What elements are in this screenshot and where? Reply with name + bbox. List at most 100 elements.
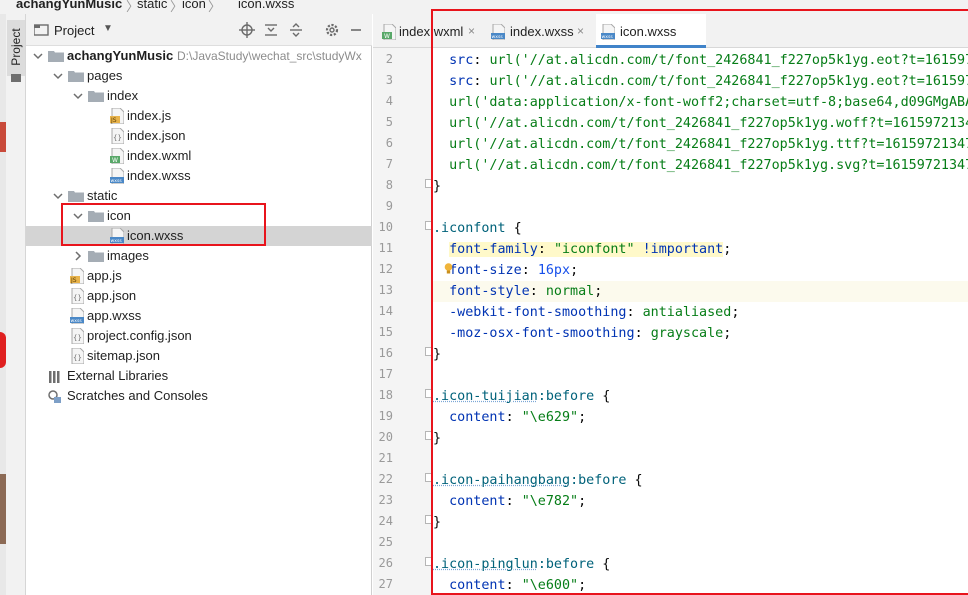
tool-window-strip: Project xyxy=(6,14,26,595)
scratch-icon xyxy=(48,390,61,403)
breadcrumb-separator: 〉 xyxy=(208,0,222,14)
expand-all-icon[interactable] xyxy=(263,22,279,38)
tree-item-label: static xyxy=(87,188,118,203)
line-number-gutter: 2 3 4 5 6 7 8 9 10 11 12 13 14 15 16 17 … xyxy=(373,48,433,595)
tree-item-root[interactable]: achangYunMusic D:\JavaStudy\wechat_src\s… xyxy=(26,46,372,66)
tree-item-scratches[interactable]: Scratches and Consoles xyxy=(26,386,372,406)
tree-item-label: achangYunMusic xyxy=(67,48,174,63)
project-tool-tab[interactable]: Project xyxy=(7,20,25,76)
tree-item-path: D:\JavaStudy\wechat_src\studyWx xyxy=(177,49,362,63)
svg-text:W: W xyxy=(384,33,390,40)
tree-item-index-folder[interactable]: index xyxy=(26,86,372,106)
svg-text:{}: {} xyxy=(73,354,82,362)
line-number: 9 xyxy=(385,199,393,213)
line-number: 22 xyxy=(378,472,393,486)
line-number: 18 xyxy=(378,388,393,402)
wxml-file-icon: W xyxy=(382,24,396,40)
tree-item-index-wxss[interactable]: wxss index.wxss xyxy=(26,166,372,186)
line-number: 5 xyxy=(385,115,393,129)
tree-item-images[interactable]: images xyxy=(26,246,372,266)
line-number: 8 xyxy=(385,178,393,192)
project-tool-tab-label: Project xyxy=(9,28,23,66)
breadcrumb-project[interactable]: achangYunMusic xyxy=(16,0,122,11)
tree-item-sitemap[interactable]: {} sitemap.json xyxy=(26,346,372,366)
chevron-down-icon[interactable] xyxy=(73,90,83,102)
view-dropdown-icon[interactable]: ▼ xyxy=(103,23,113,34)
tree-item-label: sitemap.json xyxy=(87,348,160,363)
line-number: 25 xyxy=(378,535,393,549)
tree-item-app-js[interactable]: JS app.js xyxy=(26,266,372,286)
project-view-icon xyxy=(34,24,49,36)
tree-item-external-libraries[interactable]: External Libraries xyxy=(26,366,372,386)
tree-item-label: index.json xyxy=(127,128,186,143)
chevron-down-icon[interactable] xyxy=(33,50,43,62)
breadcrumb-file[interactable]: icon.wxss xyxy=(238,0,294,11)
line-number: 11 xyxy=(378,241,393,255)
tree-item-label: app.js xyxy=(87,268,122,283)
annotation-box-editor xyxy=(431,9,968,595)
line-number: 21 xyxy=(378,451,393,465)
line-number: 26 xyxy=(378,556,393,570)
tree-item-label: index.wxml xyxy=(127,148,192,163)
tree-item-project-config[interactable]: {} project.config.json xyxy=(26,326,372,346)
svg-text:{}: {} xyxy=(73,294,82,302)
line-number: 13 xyxy=(378,283,393,297)
line-number: 15 xyxy=(378,325,393,339)
line-number: 3 xyxy=(385,73,393,87)
tree-item-label: Scratches and Consoles xyxy=(67,388,208,403)
js-file-icon: JS xyxy=(70,268,84,284)
chevron-right-icon[interactable] xyxy=(33,370,43,382)
tree-item-label: images xyxy=(107,248,149,263)
project-panel-title[interactable]: Project xyxy=(54,23,94,38)
folder-icon xyxy=(68,191,84,202)
wxss-file-icon: wxss xyxy=(70,308,84,324)
json-file-icon: {} xyxy=(71,348,84,364)
project-panel-header: Project ▼ xyxy=(26,14,372,46)
chevron-right-icon[interactable] xyxy=(73,250,83,262)
chevron-down-icon[interactable] xyxy=(53,190,63,202)
line-number: 4 xyxy=(385,94,393,108)
folder-icon xyxy=(88,251,104,262)
svg-text:{}: {} xyxy=(113,134,122,142)
wxml-file-icon: W xyxy=(110,148,124,164)
line-number: 24 xyxy=(378,514,393,528)
tree-item-index-json[interactable]: {} index.json xyxy=(26,126,372,146)
json-file-icon: {} xyxy=(71,328,84,344)
chevron-down-icon[interactable] xyxy=(53,70,63,82)
gear-icon[interactable] xyxy=(324,22,340,38)
tree-item-label: app.wxss xyxy=(87,308,142,323)
breadcrumb-icon-folder[interactable]: icon xyxy=(182,0,206,11)
line-number: 14 xyxy=(378,304,393,318)
tree-item-label: index.wxss xyxy=(127,168,191,183)
tree-item-label: index xyxy=(107,88,139,103)
collapse-all-icon[interactable] xyxy=(288,22,304,38)
tree-item-app-json[interactable]: {} app.json xyxy=(26,286,372,306)
svg-text:wxss: wxss xyxy=(71,319,83,324)
line-number: 12 xyxy=(378,262,393,276)
svg-text:wxss: wxss xyxy=(111,179,123,184)
svg-text:JS: JS xyxy=(110,117,117,124)
folder-icon xyxy=(68,71,84,82)
line-number: 20 xyxy=(378,430,393,444)
tree-item-app-wxss[interactable]: wxss app.wxss xyxy=(26,306,372,326)
line-number: 10 xyxy=(378,220,393,234)
tree-item-index-wxml[interactable]: W index.wxml xyxy=(26,146,372,166)
js-file-icon: JS xyxy=(110,108,124,124)
tree-item-index-js[interactable]: JS index.js xyxy=(26,106,372,126)
line-number: 6 xyxy=(385,136,393,150)
tree-item-label: app.json xyxy=(87,288,137,303)
locate-icon[interactable] xyxy=(239,22,255,38)
folder-icon xyxy=(48,51,64,62)
folder-icon xyxy=(11,74,21,82)
wxss-file-icon: wxss xyxy=(110,168,124,184)
line-number: 19 xyxy=(378,409,393,423)
line-number: 27 xyxy=(378,577,393,591)
tree-item-label: index.js xyxy=(127,108,172,123)
folder-icon xyxy=(88,91,104,102)
svg-text:JS: JS xyxy=(70,277,77,284)
tree-item-label: External Libraries xyxy=(67,368,169,383)
tree-item-pages[interactable]: pages xyxy=(26,66,372,86)
annotation-box-tree xyxy=(61,203,266,246)
breadcrumb-static[interactable]: static xyxy=(137,0,167,11)
minimize-icon[interactable] xyxy=(348,22,364,38)
